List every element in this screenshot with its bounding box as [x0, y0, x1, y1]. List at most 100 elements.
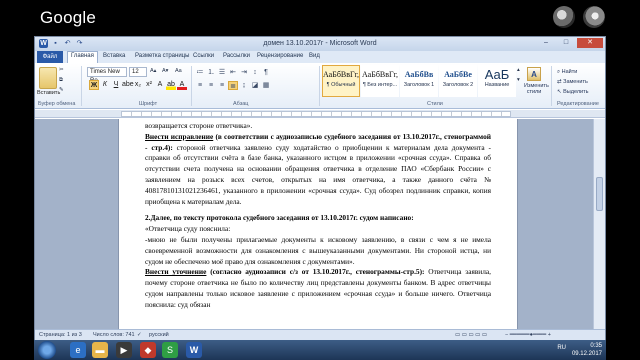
style-preview: АаБбВе: [444, 70, 472, 79]
select-button[interactable]: ↖ Выделить: [557, 87, 589, 97]
language-indicator[interactable]: русский: [149, 332, 169, 338]
align-center-icon[interactable]: ≡: [206, 81, 216, 90]
doc-paragraph: возвращается стороне ответчика».: [145, 121, 253, 130]
tab-page-layout[interactable]: Разметка страницы: [135, 53, 189, 59]
justify-icon[interactable]: ≣: [228, 81, 238, 90]
show-marks-icon[interactable]: ¶: [261, 68, 271, 77]
system-clock[interactable]: 0:35 09.12.2017: [572, 342, 602, 358]
tab-home[interactable]: Главная: [67, 51, 98, 63]
app-icon[interactable]: ◆: [140, 342, 156, 358]
tab-mailings[interactable]: Рассылки: [223, 53, 250, 59]
doc-bold: (согласно аудиозаписи с/з от 13.10.2017г…: [206, 267, 425, 277]
word-count[interactable]: Число слов: 741: [93, 332, 135, 338]
word-taskbar-icon[interactable]: W: [186, 342, 202, 358]
minimize-button[interactable]: –: [537, 38, 555, 48]
title-bar: W ▪ ↶ ↷ домен 13.10.2017г - Microsoft Wo…: [35, 37, 605, 51]
style-name: Заголовок 2: [442, 82, 474, 88]
cut-icon[interactable]: ✂: [59, 67, 64, 73]
style-heading-1[interactable]: АаБбВв Заголовок 1: [400, 65, 438, 97]
styles-group-label: Стили: [427, 101, 443, 107]
media-player-icon[interactable]: ▶: [116, 342, 132, 358]
decrease-indent-icon[interactable]: ⇤: [228, 68, 238, 77]
taskbar: e ▬ ▶ ◆ S W RU 0:35 09.12.2017: [34, 340, 606, 360]
spell-check-icon[interactable]: ✓: [137, 332, 142, 338]
style-preview: АаБбВвГг,: [323, 70, 360, 79]
multilevel-list-icon[interactable]: ☰: [217, 68, 227, 77]
increase-indent-icon[interactable]: ⇥: [239, 68, 249, 77]
style-normal[interactable]: АаБбВвГг, ¶ Обычный: [322, 65, 360, 97]
skype-icon[interactable]: S: [162, 342, 178, 358]
doc-bold-underline: Внести исправление: [145, 131, 214, 141]
bold-button[interactable]: Ж: [89, 80, 99, 90]
styles-scroll-icon[interactable]: ▴: [517, 67, 520, 73]
paste-label: Вставить: [37, 90, 61, 96]
highlight-color-button[interactable]: ab: [166, 80, 176, 90]
change-styles-label: Изменить стили: [524, 83, 549, 95]
line-spacing-icon[interactable]: ↨: [239, 81, 249, 90]
group-divider: [81, 66, 82, 106]
page-count[interactable]: Страница: 1 из 3: [39, 332, 82, 338]
styles-more-icon[interactable]: ▾: [517, 77, 520, 83]
scrollbar-thumb[interactable]: [596, 177, 603, 211]
font-color-button[interactable]: A: [177, 80, 187, 90]
sort-icon[interactable]: ↕: [250, 68, 260, 77]
start-button[interactable]: [38, 341, 56, 359]
font-group-label: Шрифт: [139, 101, 158, 107]
align-right-icon[interactable]: ≡: [217, 81, 227, 90]
styles-gallery: АаБбВвГг, ¶ Обычный АаБбВвГг, ¶ Без инте…: [322, 65, 516, 97]
strikethrough-button[interactable]: abe: [122, 80, 134, 90]
font-name-select[interactable]: Times New Ro: [87, 67, 127, 84]
doc-paragraph: 2.Далее, по тексту протокола судебного з…: [145, 213, 414, 223]
change-case-icon[interactable]: Aa: [175, 68, 182, 74]
style-name: Название: [484, 82, 510, 88]
italic-button[interactable]: К: [100, 80, 110, 90]
maximize-button[interactable]: □: [557, 38, 575, 48]
tab-references[interactable]: Ссылки: [193, 53, 214, 59]
paragraph-group-label: Абзац: [233, 101, 249, 107]
close-button[interactable]: ✕: [577, 38, 603, 48]
replace-button[interactable]: ⇄ Заменить: [557, 77, 589, 87]
ie-icon[interactable]: e: [70, 342, 86, 358]
style-heading-2[interactable]: АаБбВе Заголовок 2: [439, 65, 477, 97]
document-page[interactable]: возвращается стороне ответчика». Внести …: [119, 119, 517, 329]
meeting-top-bar: Google: [0, 0, 640, 36]
shading-icon[interactable]: ◪: [250, 81, 260, 90]
tab-file[interactable]: Файл: [37, 51, 63, 63]
format-painter-icon[interactable]: ✎: [59, 87, 64, 93]
style-title[interactable]: АаБ Название: [478, 65, 516, 97]
clipboard-group-label: Буфер обмена: [38, 101, 76, 107]
find-button[interactable]: ⌕ Найти: [557, 67, 589, 77]
tab-view[interactable]: Вид: [309, 53, 320, 59]
align-left-icon[interactable]: ≡: [195, 81, 205, 90]
change-styles-icon: A: [527, 67, 541, 81]
borders-icon[interactable]: ▦: [261, 81, 271, 90]
numbering-icon[interactable]: ⒈: [206, 68, 216, 77]
paste-button[interactable]: [39, 67, 57, 89]
doc-text: стороной ответчика заявлено суду ходатай…: [145, 142, 491, 206]
text-effects-icon[interactable]: A: [155, 80, 165, 90]
style-name: ¶ Обычный: [326, 82, 356, 88]
bullets-icon[interactable]: ≔: [195, 68, 205, 77]
folder-icon[interactable]: ▬: [92, 342, 108, 358]
zoom-slider[interactable]: − ━━━━━━●━━━━ +: [505, 332, 551, 338]
vertical-scrollbar[interactable]: [593, 119, 605, 329]
tab-review[interactable]: Рецензирование: [257, 53, 303, 59]
horizontal-ruler[interactable]: [35, 110, 605, 118]
shrink-font-icon[interactable]: A▾: [162, 68, 168, 74]
doc-paragraph: -мною не были получены прилагаемые докум…: [145, 234, 491, 266]
tab-insert[interactable]: Вставка: [103, 53, 125, 59]
view-buttons[interactable]: ▭ ▭ ▭ ▭ ▭: [455, 332, 487, 338]
paragraph-row-2: ≡ ≡ ≡ ≣ ↨ ◪ ▦: [195, 81, 271, 90]
change-styles-button[interactable]: A Изменить стили: [524, 67, 549, 95]
copy-icon[interactable]: ⧉: [59, 77, 63, 84]
grow-font-icon[interactable]: A▴: [150, 68, 156, 74]
underline-button[interactable]: Ч: [111, 80, 121, 90]
participant-avatar[interactable]: [553, 6, 575, 28]
window-title: домен 13.10.2017г - Microsoft Word: [263, 40, 377, 47]
style-no-spacing[interactable]: АаБбВвГг, ¶ Без интер...: [361, 65, 399, 97]
subscript-button[interactable]: x₂: [133, 80, 143, 90]
font-size-select[interactable]: 12: [129, 67, 147, 77]
superscript-button[interactable]: x²: [144, 80, 154, 90]
language-indicator[interactable]: RU: [557, 345, 566, 351]
participant-avatar[interactable]: [583, 6, 605, 28]
